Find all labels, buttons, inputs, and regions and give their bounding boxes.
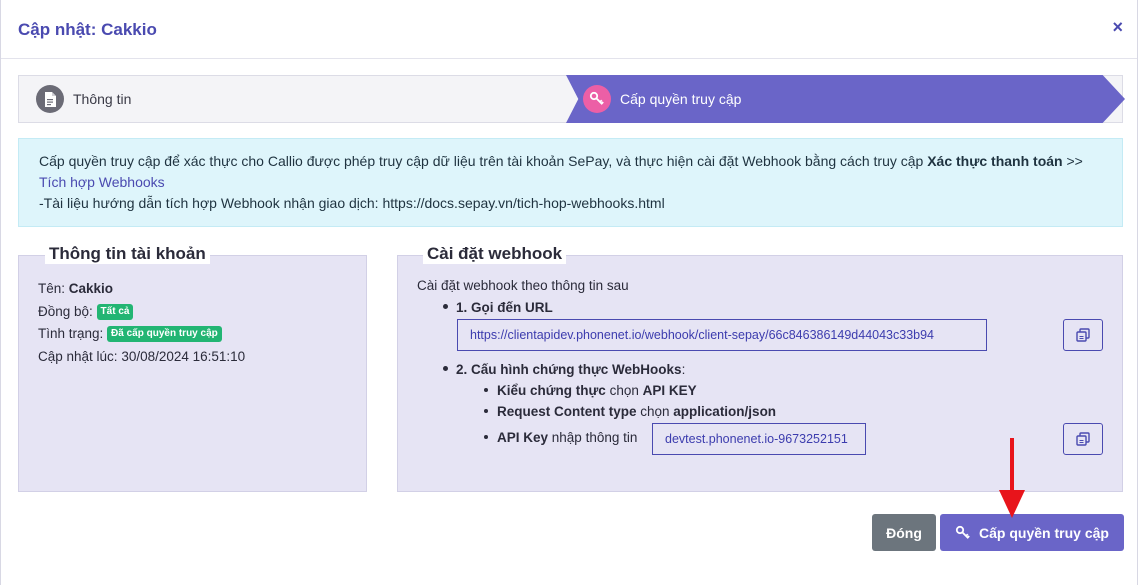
copy-api-key-button[interactable] xyxy=(1063,423,1103,455)
document-icon xyxy=(36,85,64,113)
account-updated-row: Cập nhật lúc: 30/08/2024 16:51:10 xyxy=(38,348,246,364)
account-status-row: Tình trạng: Đã cấp quyền truy cập xyxy=(38,323,245,346)
account-name: Cakkio xyxy=(68,281,114,296)
step-access-label: Cấp quyền truy cập xyxy=(620,91,742,107)
copy-icon xyxy=(1076,328,1090,342)
alert-bold-link: Xác thực thanh toán xyxy=(927,153,1063,169)
step-info[interactable]: Thông tin xyxy=(19,76,131,122)
grant-access-label: Cấp quyền truy cập xyxy=(979,524,1109,541)
copy-icon xyxy=(1076,432,1090,446)
api-key-field[interactable]: devtest.phonenet.io-9673252151 xyxy=(652,423,866,455)
copy-url-button[interactable] xyxy=(1063,319,1103,351)
webhook-intro: Cài đặt webhook theo thông tin sau xyxy=(417,278,629,293)
account-name-row: Tên: Cakkio xyxy=(38,281,114,296)
annotation-arrow-icon xyxy=(999,438,1025,518)
alert-doc-line: -Tài liệu hướng dẫn tích hợp Webhook nhậ… xyxy=(39,195,665,211)
step1-title: 1. Gọi đến URL xyxy=(443,300,553,315)
auth-type-row: Kiểu chứng thực chọn API KEY xyxy=(484,383,697,398)
account-panel-title: Thông tin tài khoản xyxy=(45,244,210,264)
close-button[interactable]: Đóng xyxy=(872,514,936,551)
webhook-panel-title: Cài đặt webhook xyxy=(423,244,567,264)
sync-badge: Tất cả xyxy=(96,303,134,320)
account-panel: Thông tin tài khoản Tên: Cakkio Đồng bộ:… xyxy=(18,244,367,492)
modal-header: Cập nhật: Cakkio × xyxy=(1,0,1137,59)
close-icon[interactable]: × xyxy=(1112,18,1123,36)
content-type-row: Request Content type chọn application/js… xyxy=(484,404,776,419)
webhook-url-field[interactable]: https://clientapidev.phonenet.io/webhook… xyxy=(457,319,987,351)
webhooks-link[interactable]: Tích hợp Webhooks xyxy=(39,174,165,190)
step-access[interactable]: Cấp quyền truy cập xyxy=(566,75,1125,123)
alert-separator: >> xyxy=(1062,153,1083,169)
status-badge: Đã cấp quyền truy cập xyxy=(107,326,222,342)
account-sync-row: Đồng bộ: Tất cả xyxy=(38,301,245,324)
step2-title: 2. Cấu hình chứng thực WebHooks: xyxy=(443,362,685,377)
key-icon xyxy=(583,85,611,113)
api-key-row: API Key nhập thông tin xyxy=(484,430,637,445)
key-icon xyxy=(955,525,971,541)
alert-text: Cấp quyền truy cập để xác thực cho Calli… xyxy=(39,153,928,169)
update-modal: Cập nhật: Cakkio × Thông tin Cấp quyền t… xyxy=(0,0,1138,585)
info-alert: Cấp quyền truy cập để xác thực cho Calli… xyxy=(18,138,1123,227)
updated-time: 30/08/2024 16:51:10 xyxy=(121,348,246,364)
stepper: Thông tin Cấp quyền truy cập xyxy=(18,75,1125,123)
step-info-label: Thông tin xyxy=(73,91,132,107)
modal-title: Cập nhật: Cakkio xyxy=(18,20,157,39)
